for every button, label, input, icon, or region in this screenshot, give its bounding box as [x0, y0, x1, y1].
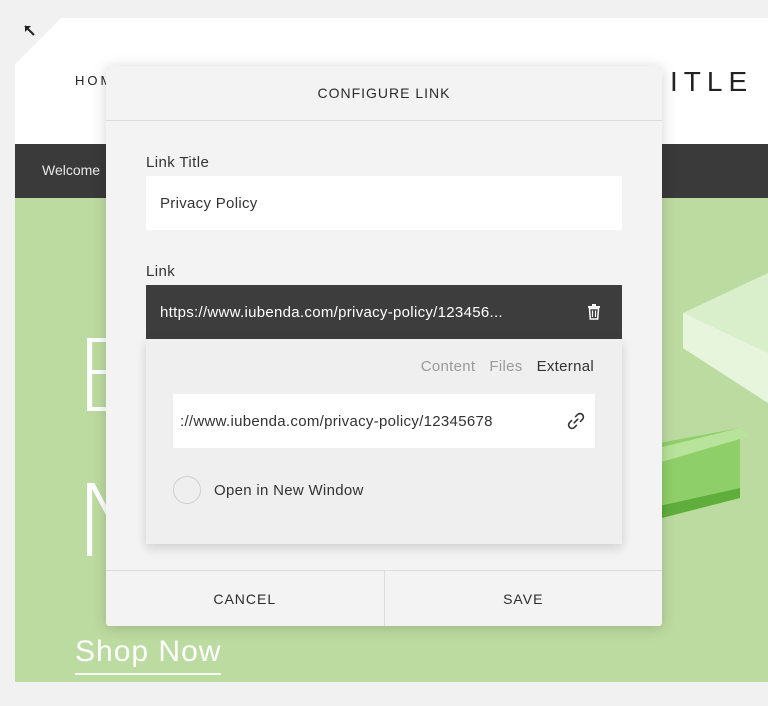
site-title: ITLE: [670, 66, 754, 97]
link-title-label: Link Title: [146, 154, 210, 171]
banner-text: Welcome: [42, 162, 101, 178]
dialog-title: CONFIGURE LINK: [317, 85, 451, 101]
external-url-input[interactable]: [173, 394, 557, 448]
corner-fold: [15, 18, 61, 64]
shop-now-link[interactable]: Shop Now: [75, 635, 222, 675]
link-label: Link: [146, 263, 176, 280]
chain-link-icon: [557, 411, 595, 431]
dialog-header: CONFIGURE LINK: [106, 66, 662, 121]
save-button[interactable]: SAVE: [385, 571, 663, 626]
open-new-window-radio[interactable]: [173, 476, 201, 504]
link-type-dropdown: Content Files External Open in New Windo…: [146, 339, 622, 544]
trash-icon[interactable]: [574, 302, 614, 322]
tab-external[interactable]: External: [537, 358, 594, 375]
configure-link-dialog: CONFIGURE LINK Link Title Link https://w…: [106, 66, 662, 626]
link-type-tabs: Content Files External: [421, 358, 594, 375]
link-selector[interactable]: https://www.iubenda.com/privacy-policy/1…: [146, 285, 622, 339]
external-url-field: [173, 394, 595, 448]
link-title-input[interactable]: [146, 176, 622, 230]
tab-files[interactable]: Files: [489, 358, 522, 375]
open-new-window-label: Open in New Window: [214, 481, 364, 499]
tab-content[interactable]: Content: [421, 358, 476, 375]
dialog-footer: CANCEL SAVE: [106, 570, 662, 626]
collapse-arrow-icon[interactable]: [23, 24, 37, 38]
cancel-button[interactable]: CANCEL: [106, 571, 385, 626]
open-new-window-option[interactable]: Open in New Window: [173, 476, 364, 504]
link-value: https://www.iubenda.com/privacy-policy/1…: [160, 303, 503, 321]
